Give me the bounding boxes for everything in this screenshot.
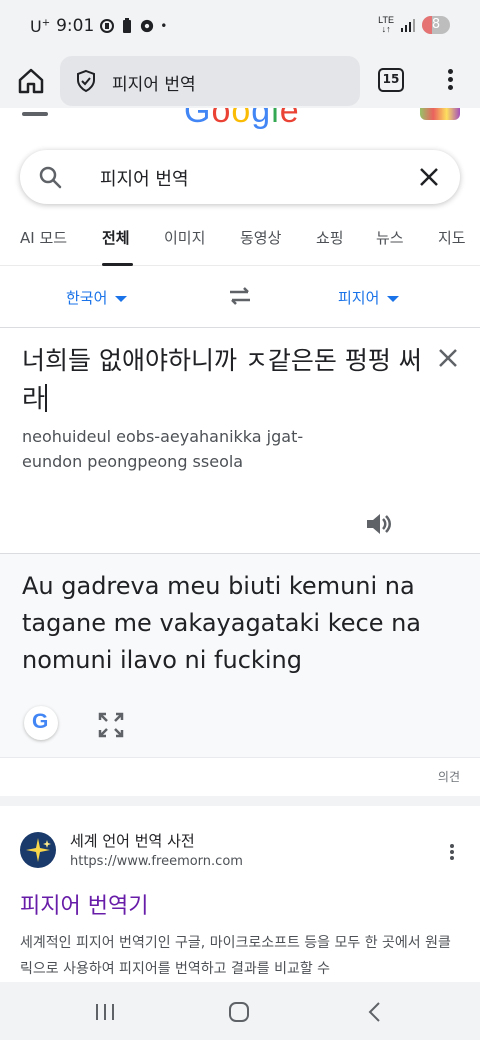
result-title-link[interactable]: 피지어 번역기 <box>20 888 148 920</box>
result-more-icon[interactable] <box>448 842 456 862</box>
address-text: 피지어 번역 <box>112 75 196 95</box>
search-tabs: AI 모드 전체 이미지 동영상 쇼핑 뉴스 지도 <box>0 218 480 266</box>
tab-shopping[interactable]: 쇼핑 <box>316 227 344 248</box>
site-favicon <box>20 832 56 868</box>
tab-all[interactable]: 전체 <box>102 227 130 248</box>
tab-images[interactable]: 이미지 <box>164 227 205 248</box>
recent-apps-icon[interactable] <box>92 1000 118 1024</box>
clock: 9:01 <box>56 16 95 36</box>
search-result-card: 세계 언어 번역 사전 https://www.freemorn.com 피지어… <box>0 806 480 982</box>
more-notifications-dot: • <box>160 19 168 33</box>
target-language-dropdown[interactable]: 피지어 <box>338 287 400 308</box>
source-text-input[interactable]: 너희들 없애야하니까 ㅈ같은돈 펑펑 써라 <box>22 342 422 418</box>
shield-icon <box>77 69 95 93</box>
source-language-dropdown[interactable]: 한국어 <box>66 287 128 308</box>
result-snippet: 세계적인 피지어 번역기인 구글, 마이크로소프트 등을 모두 한 곳에서 원클… <box>20 935 451 977</box>
open-google-translate-button[interactable]: G <box>24 706 58 740</box>
system-navigation-bar <box>0 982 480 1040</box>
aperture-icon <box>141 19 154 33</box>
speaker-icon[interactable] <box>364 510 392 538</box>
account-avatar[interactable] <box>420 108 460 120</box>
tab-switcher-button[interactable]: 15 <box>378 68 404 92</box>
back-icon[interactable] <box>362 1000 388 1024</box>
battery-icon: 8 <box>422 16 450 34</box>
battery-saver-icon <box>123 18 132 33</box>
carrier-label: U+ <box>30 16 51 36</box>
lte-indicator: LTE ↓↑ <box>378 15 394 34</box>
result-site-url[interactable]: https://www.freemorn.com <box>70 854 243 869</box>
home-nav-icon[interactable] <box>226 1000 252 1024</box>
expand-icon[interactable] <box>98 712 124 738</box>
address-bar[interactable]: 피지어 번역 <box>60 56 360 106</box>
romanization-text: neohuideul eobs-aeyahanikka jgat-eundon … <box>22 427 304 471</box>
tab-news[interactable]: 뉴스 <box>376 227 404 248</box>
result-site-name[interactable]: 세계 언어 번역 사전 <box>70 830 195 851</box>
search-box[interactable]: 피지어 번역 <box>20 150 460 204</box>
status-bar: U+ 9:01 • LTE ↓↑ 8 <box>0 0 480 54</box>
chevron-down-icon <box>387 295 400 302</box>
clear-source-icon[interactable] <box>438 348 458 368</box>
clear-search-icon[interactable] <box>418 166 440 188</box>
translation-result-area: Au gadreva meu biuti kemuni na tagane me… <box>0 554 480 758</box>
hamburger-menu-icon[interactable] <box>22 112 48 116</box>
feedback-link[interactable]: 의견 <box>438 768 460 785</box>
search-input[interactable]: 피지어 번역 <box>100 165 189 191</box>
google-g-icon: G <box>32 710 49 733</box>
section-divider <box>0 796 480 806</box>
signal-icon <box>401 19 415 32</box>
google-header: Google <box>0 108 480 130</box>
swap-languages-icon[interactable] <box>226 284 254 308</box>
translation-output: Au gadreva meu biuti kemuni na tagane me… <box>22 572 422 674</box>
tab-maps[interactable]: 지도 <box>438 227 466 248</box>
search-icon <box>39 166 62 189</box>
feedback-row: 의견 <box>0 758 480 796</box>
home-icon[interactable] <box>16 66 46 96</box>
tab-videos[interactable]: 동영상 <box>240 227 281 248</box>
browser-toolbar: 피지어 번역 15 <box>0 54 480 108</box>
notification-icon <box>100 19 115 33</box>
language-selector-row: 한국어 피지어 <box>0 266 480 328</box>
source-text-area[interactable]: 너희들 없애야하니까 ㅈ같은돈 펑펑 써라 neohuideul eobs-ae… <box>0 328 480 554</box>
text-cursor <box>45 384 47 412</box>
browser-menu-icon[interactable] <box>440 66 460 96</box>
chevron-down-icon <box>115 295 128 302</box>
tab-ai-mode[interactable]: AI 모드 <box>20 227 67 248</box>
google-logo[interactable]: Google <box>184 108 300 130</box>
